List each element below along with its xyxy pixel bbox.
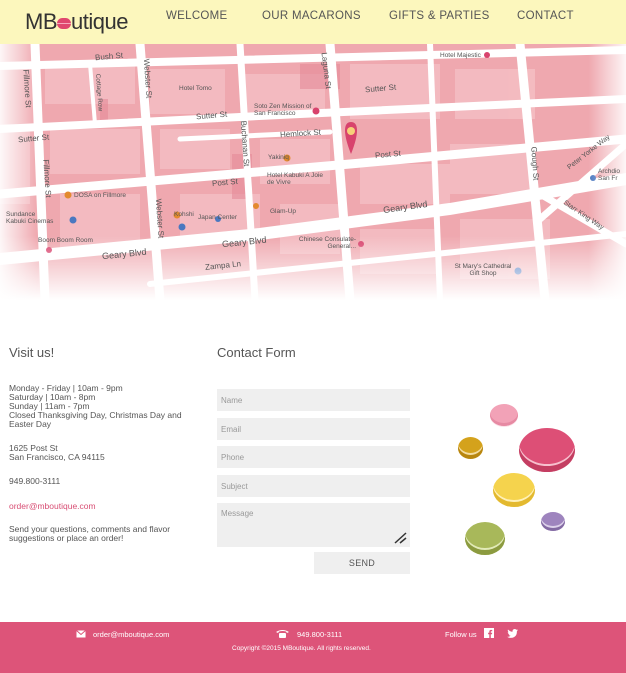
copyright-text: Copyright ©2015 MBoutique. All rights re… bbox=[232, 645, 371, 652]
message-field[interactable]: Message bbox=[217, 503, 410, 547]
lemon-macaron-icon bbox=[493, 473, 535, 507]
site-footer: order@mboutique.com 949.800-3111 Follow … bbox=[0, 622, 626, 673]
place-label: St Mary's Cathedral Gift Shop bbox=[454, 263, 512, 277]
subject-field[interactable]: Subject bbox=[217, 475, 410, 497]
site-logo[interactable]: MB utique bbox=[25, 9, 128, 35]
place-label: Yakiniq bbox=[268, 154, 289, 161]
pink-macaron-icon bbox=[490, 404, 518, 426]
facebook-icon[interactable] bbox=[484, 628, 494, 638]
contact-form-title: Contact Form bbox=[217, 345, 296, 360]
caramel-macaron-icon bbox=[458, 437, 483, 459]
place-label: Sundance Kabuki Cinemas bbox=[6, 211, 54, 225]
nav-contact[interactable]: CONTACT bbox=[517, 10, 574, 22]
place-label: Hotel Majestic bbox=[440, 52, 481, 59]
place-label: Japan Center bbox=[198, 214, 238, 221]
place-label: Archdio San Fr bbox=[598, 168, 621, 182]
contact-note: Send your questions, comments and flavor… bbox=[9, 525, 170, 543]
macaron-logo-icon bbox=[57, 17, 71, 29]
logo-text-start: MB bbox=[25, 9, 58, 34]
phone-number: 949.800-3111 bbox=[9, 476, 61, 486]
location-map[interactable]: Bush St Laguna St Fillmore St Cottage Ro… bbox=[0, 44, 626, 300]
footer-phone[interactable]: 949.800-3111 bbox=[297, 630, 342, 639]
logo-text-end: utique bbox=[71, 9, 128, 34]
raspberry-macaron-icon bbox=[519, 428, 575, 472]
place-label: Chinese Consulate-General... bbox=[298, 236, 356, 250]
address: 1625 Post St San Francisco, CA 94115 bbox=[9, 444, 105, 462]
place-label: Hotel Kabuki A Joie de Vivre bbox=[267, 172, 324, 186]
phone-icon bbox=[276, 630, 289, 638]
opening-hours: Monday - Friday | 10am - 9pm Saturday | … bbox=[9, 384, 182, 429]
message-placeholder: Message bbox=[221, 509, 254, 518]
email-field[interactable]: Email bbox=[217, 418, 410, 440]
lavender-macaron-icon bbox=[541, 512, 565, 531]
place-label: Hotel Tomo bbox=[179, 85, 212, 92]
name-field[interactable]: Name bbox=[217, 389, 410, 411]
nav-gifts-parties[interactable]: GIFTS & PARTIES bbox=[389, 10, 490, 22]
follow-us-label: Follow us bbox=[445, 630, 477, 639]
nav-our-macarons[interactable]: OUR MACARONS bbox=[262, 10, 361, 22]
footer-email[interactable]: order@mboutique.com bbox=[93, 630, 169, 639]
twitter-icon[interactable] bbox=[507, 629, 518, 638]
place-label: Glam-Up bbox=[270, 208, 297, 215]
email-link[interactable]: order@mboutique.com bbox=[9, 501, 96, 511]
phone-field[interactable]: Phone bbox=[217, 446, 410, 468]
hours-line: Easter Day bbox=[9, 419, 52, 429]
envelope-icon bbox=[76, 630, 86, 638]
place-label: Boom Boom Room bbox=[38, 237, 93, 244]
place-label: Soto Zen Mission of San Francisco bbox=[254, 103, 312, 117]
send-button[interactable]: SEND bbox=[314, 552, 410, 574]
site-header: MB utique WELCOME OUR MACARONS GIFTS & PA… bbox=[0, 0, 626, 44]
place-label: Kohshi bbox=[174, 211, 194, 218]
resize-handle-icon[interactable] bbox=[393, 532, 407, 544]
nav-welcome[interactable]: WELCOME bbox=[166, 10, 228, 22]
place-label: DOSA on Fillmore bbox=[74, 192, 127, 199]
visit-title: Visit us! bbox=[9, 345, 55, 360]
address-line: San Francisco, CA 94115 bbox=[9, 452, 105, 462]
note-line: suggestions or place an order! bbox=[9, 533, 124, 543]
pistachio-macaron-icon bbox=[465, 522, 505, 555]
